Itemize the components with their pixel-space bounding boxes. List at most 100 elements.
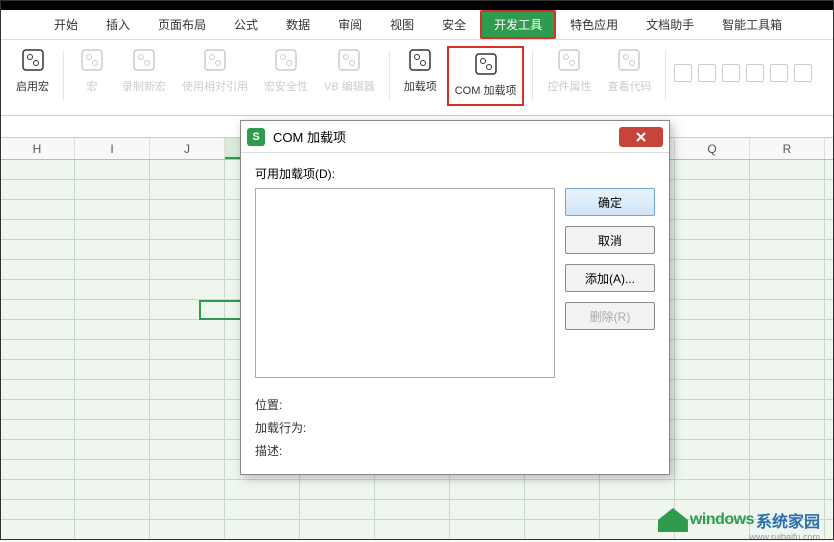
cell[interactable] <box>150 440 225 460</box>
cell[interactable] <box>0 440 75 460</box>
tab-7[interactable]: 安全 <box>428 10 480 39</box>
cell[interactable] <box>150 460 225 480</box>
cell[interactable] <box>750 380 825 400</box>
cell[interactable] <box>0 480 75 500</box>
cell[interactable] <box>825 380 834 400</box>
cell[interactable] <box>750 460 825 480</box>
cell[interactable] <box>675 380 750 400</box>
cell[interactable] <box>825 280 834 300</box>
cell[interactable] <box>0 160 75 180</box>
tab-5[interactable]: 审阅 <box>324 10 376 39</box>
cell[interactable] <box>675 340 750 360</box>
ribbon-addins[interactable]: 加载项 <box>398 46 443 106</box>
cell[interactable] <box>0 240 75 260</box>
cell[interactable] <box>750 200 825 220</box>
cell[interactable] <box>525 500 600 520</box>
cell[interactable] <box>825 360 834 380</box>
tab-9[interactable]: 特色应用 <box>556 10 632 39</box>
cell[interactable] <box>750 220 825 240</box>
cell[interactable] <box>75 280 150 300</box>
cell[interactable] <box>0 180 75 200</box>
cell[interactable] <box>75 520 150 540</box>
cell[interactable] <box>825 160 834 180</box>
cell[interactable] <box>825 240 834 260</box>
cell[interactable] <box>825 420 834 440</box>
cell[interactable] <box>75 300 150 320</box>
cell[interactable] <box>675 300 750 320</box>
cancel-button[interactable]: 取消 <box>565 226 655 254</box>
cell[interactable] <box>825 260 834 280</box>
cell[interactable] <box>675 360 750 380</box>
cell[interactable] <box>675 440 750 460</box>
cell[interactable] <box>675 220 750 240</box>
cell[interactable] <box>75 400 150 420</box>
cell[interactable] <box>150 260 225 280</box>
cell[interactable] <box>225 480 300 500</box>
cell[interactable] <box>675 200 750 220</box>
cell[interactable] <box>150 160 225 180</box>
cell[interactable] <box>225 500 300 520</box>
cell[interactable] <box>0 220 75 240</box>
cell[interactable] <box>225 520 300 540</box>
cell[interactable] <box>675 180 750 200</box>
close-button[interactable] <box>619 127 663 147</box>
cell[interactable] <box>0 260 75 280</box>
cell[interactable] <box>825 460 834 480</box>
cell[interactable] <box>825 440 834 460</box>
cell[interactable] <box>75 340 150 360</box>
column-header-J[interactable]: J <box>150 138 225 159</box>
ribbon-com-addins[interactable]: COM 加载项 <box>447 46 525 106</box>
cell[interactable] <box>75 260 150 280</box>
cell[interactable] <box>75 480 150 500</box>
cell[interactable] <box>750 240 825 260</box>
cell[interactable] <box>750 480 825 500</box>
cell[interactable] <box>75 180 150 200</box>
cell[interactable] <box>150 320 225 340</box>
column-header-I[interactable]: I <box>75 138 150 159</box>
cell[interactable] <box>825 340 834 360</box>
cell[interactable] <box>75 220 150 240</box>
cell[interactable] <box>300 480 375 500</box>
cell[interactable] <box>150 420 225 440</box>
cell[interactable] <box>750 180 825 200</box>
cell[interactable] <box>150 220 225 240</box>
dialog-titlebar[interactable]: S COM 加载项 <box>241 121 669 153</box>
ok-button[interactable]: 确定 <box>565 188 655 216</box>
cell[interactable] <box>675 320 750 340</box>
cell[interactable] <box>675 160 750 180</box>
column-header-S[interactable]: S <box>825 138 834 159</box>
cell[interactable] <box>825 220 834 240</box>
tab-8[interactable]: 开发工具 <box>480 10 556 39</box>
cell[interactable] <box>825 300 834 320</box>
cell[interactable] <box>450 500 525 520</box>
tab-11[interactable]: 智能工具箱 <box>708 10 796 39</box>
cell[interactable] <box>75 360 150 380</box>
cell[interactable] <box>150 340 225 360</box>
cell[interactable] <box>525 520 600 540</box>
cell[interactable] <box>0 360 75 380</box>
cell[interactable] <box>0 460 75 480</box>
cell[interactable] <box>450 480 525 500</box>
cell[interactable] <box>0 500 75 520</box>
cell[interactable] <box>750 160 825 180</box>
cell[interactable] <box>825 320 834 340</box>
cell[interactable] <box>0 520 75 540</box>
cell[interactable] <box>150 240 225 260</box>
tab-2[interactable]: 页面布局 <box>144 10 220 39</box>
cell[interactable] <box>75 420 150 440</box>
cell[interactable] <box>675 400 750 420</box>
tab-0[interactable]: 开始 <box>40 10 92 39</box>
cell[interactable] <box>75 240 150 260</box>
cell[interactable] <box>675 280 750 300</box>
cell[interactable] <box>150 180 225 200</box>
cell[interactable] <box>0 380 75 400</box>
ribbon-macro-enable[interactable]: 启用宏 <box>10 46 55 106</box>
column-header-R[interactable]: R <box>750 138 825 159</box>
cell[interactable] <box>150 380 225 400</box>
add-button[interactable]: 添加(A)... <box>565 264 655 292</box>
cell[interactable] <box>375 500 450 520</box>
cell[interactable] <box>825 520 834 540</box>
cell[interactable] <box>675 420 750 440</box>
column-header-Q[interactable]: Q <box>675 138 750 159</box>
cell[interactable] <box>0 200 75 220</box>
